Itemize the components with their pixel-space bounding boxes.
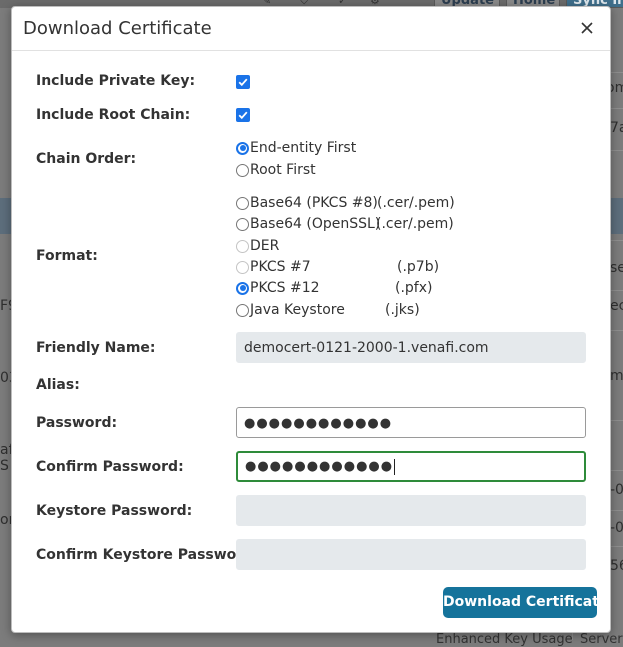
include-private-key-checkbox[interactable] (236, 75, 250, 89)
text-caret (394, 458, 396, 475)
format-ext: (.cer/.pem) (377, 195, 455, 211)
confirm-password-label: Confirm Password: (36, 459, 184, 475)
password-label: Password: (36, 415, 118, 431)
background-footer-label: Enhanced Key Usage (436, 632, 573, 647)
password-input[interactable]: ●●●●●●●●●●●● (236, 407, 586, 438)
chain-order-end-entity-first[interactable]: End-entity First (236, 139, 356, 157)
format-ext: (.p7b) (397, 259, 440, 275)
checkmark-icon (238, 111, 248, 120)
alias-label: Alias: (36, 377, 80, 393)
format-java-keystore[interactable]: Java Keystore (236, 301, 345, 319)
checkmark-icon (238, 78, 248, 87)
include-root-chain-label: Include Root Chain: (36, 107, 191, 123)
close-icon (581, 22, 593, 34)
format-base64-pkcs8[interactable]: Base64 (PKCS #8) (236, 194, 378, 212)
radio-button[interactable] (236, 303, 249, 317)
format-base64-openssl[interactable]: Base64 (OpenSSL) (236, 215, 380, 233)
keystore-password-label: Keystore Password: (36, 503, 193, 519)
dialog-title: Download Certificate (23, 18, 212, 39)
dialog-header: Download Certificate (12, 7, 610, 51)
confirm-keystore-password-label: Confirm Keystore Password: (36, 547, 259, 563)
format-label: Format: (36, 248, 98, 264)
download-certificate-button[interactable]: Download Certificate (443, 587, 608, 618)
format-ext: (.cer/.pem) (376, 216, 454, 232)
radio-button[interactable] (236, 239, 249, 253)
include-root-chain-checkbox[interactable] (236, 108, 250, 122)
confirm-password-input[interactable]: ●●●●●●●●●●●● (236, 451, 586, 482)
include-private-key-label: Include Private Key: (36, 73, 196, 89)
format-pkcs12[interactable]: PKCS #12 (236, 279, 320, 297)
format-pkcs7[interactable]: PKCS #7 (236, 258, 311, 276)
background-footer-value: Server (580, 632, 623, 647)
chain-order-root-first[interactable]: Root First (236, 161, 316, 179)
download-certificate-dialog: Download Certificate Include Private Key… (11, 6, 611, 633)
chain-order-label: Chain Order: (36, 151, 137, 167)
close-button[interactable] (578, 19, 596, 37)
radio-button[interactable] (236, 260, 249, 274)
radio-button[interactable] (236, 196, 249, 210)
radio-button[interactable] (236, 217, 249, 231)
format-ext: (.jks) (385, 302, 420, 318)
keystore-password-input[interactable] (236, 495, 586, 526)
radio-button[interactable] (236, 141, 249, 155)
friendly-name-label: Friendly Name: (36, 340, 156, 356)
format-ext: (.pfx) (395, 280, 433, 296)
confirm-keystore-password-input[interactable] (236, 539, 586, 570)
radio-button[interactable] (236, 163, 249, 177)
format-der[interactable]: DER (236, 237, 279, 255)
friendly-name-field: democert-0121-2000-1.venafi.com (236, 332, 586, 363)
radio-button[interactable] (236, 281, 249, 295)
